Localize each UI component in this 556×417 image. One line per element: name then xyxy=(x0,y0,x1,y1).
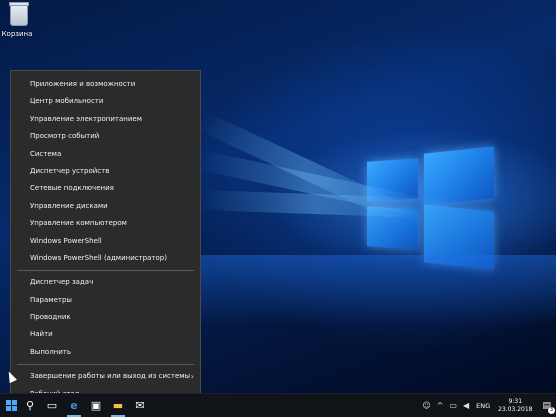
winx-group-tools: Диспетчер задач Параметры Проводник Найт… xyxy=(11,274,200,361)
task-view-button[interactable]: ▭ xyxy=(41,394,63,417)
clock-date: 23.03.2018 xyxy=(498,405,533,413)
menu-item-network-connections[interactable]: Сетевые подключения xyxy=(11,180,200,197)
menu-item-powershell-admin[interactable]: Windows PowerShell (администратор) xyxy=(11,250,200,267)
menu-item-event-viewer[interactable]: Просмотр событий xyxy=(11,128,200,145)
recycle-bin-label: Корзина xyxy=(1,30,33,38)
winx-group-admin: Приложения и возможности Центр мобильнос… xyxy=(11,71,200,267)
menu-item-search[interactable]: Найти xyxy=(11,326,200,343)
file-explorer-button[interactable]: ▬ xyxy=(107,394,129,417)
edge-icon: e xyxy=(70,399,78,412)
action-center-button[interactable]: ▤ 3 xyxy=(542,401,555,414)
menu-item-task-manager[interactable]: Диспетчер задач xyxy=(11,274,200,291)
store-button[interactable]: ▣ xyxy=(85,394,107,417)
task-view-icon: ▭ xyxy=(46,399,58,412)
system-tray: ☺ ^ ▭ ◀ ENG 9:31 23.03.2018 ▤ 3 xyxy=(419,394,556,417)
people-icon[interactable]: ☺ xyxy=(422,401,430,410)
edge-button[interactable]: e xyxy=(63,394,85,417)
recycle-bin[interactable]: Корзина xyxy=(2,2,34,38)
search-icon: ⚲ xyxy=(25,399,35,412)
wallpaper-floor xyxy=(200,255,556,325)
store-icon: ▣ xyxy=(90,399,102,412)
menu-item-mobility-center[interactable]: Центр мобильности xyxy=(11,93,200,110)
menu-item-system[interactable]: Система xyxy=(11,146,200,163)
clock-time: 9:31 xyxy=(508,397,523,405)
wallpaper-pane xyxy=(424,146,494,206)
network-icon[interactable]: ▭ xyxy=(449,401,457,410)
taskbar: ⚲ ▭ e ▣ ▬ ✉ ☺ ^ ▭ ◀ ENG 9:31 23.03.2018 … xyxy=(0,393,556,417)
menu-item-settings[interactable]: Параметры xyxy=(11,292,200,309)
clock[interactable]: 9:31 23.03.2018 xyxy=(498,398,532,414)
menu-separator xyxy=(17,364,194,366)
menu-item-run[interactable]: Выполнить xyxy=(11,344,200,361)
menu-item-computer-management[interactable]: Управление компьютером xyxy=(11,215,200,232)
start-icon-tile xyxy=(12,406,17,411)
menu-item-file-explorer[interactable]: Проводник xyxy=(11,309,200,326)
menu-item-shutdown-signout[interactable]: Завершение работы или выход из системы › xyxy=(11,368,200,385)
file-explorer-icon: ▬ xyxy=(112,399,124,412)
search-button[interactable]: ⚲ xyxy=(19,394,41,417)
menu-item-label: Завершение работы или выход из системы xyxy=(30,372,191,381)
winx-context-menu: Приложения и возможности Центр мобильнос… xyxy=(10,70,201,402)
menu-item-powershell[interactable]: Windows PowerShell xyxy=(11,233,200,250)
menu-item-device-manager[interactable]: Диспетчер устройств xyxy=(11,163,200,180)
menu-item-apps-features[interactable]: Приложения и возможности xyxy=(11,76,200,93)
chevron-right-icon: › xyxy=(190,372,194,382)
volume-icon[interactable]: ◀ xyxy=(463,401,469,410)
taskbar-left: ⚲ ▭ e ▣ ▬ ✉ xyxy=(0,394,151,417)
menu-separator xyxy=(17,270,194,272)
language-indicator[interactable]: ENG xyxy=(476,402,490,410)
notification-badge: 3 xyxy=(548,406,555,414)
start-icon-tile xyxy=(12,400,17,405)
chevron-up-icon[interactable]: ^ xyxy=(437,401,444,410)
mail-icon: ✉ xyxy=(135,399,145,412)
start-icon xyxy=(6,400,11,405)
recycle-bin-icon xyxy=(9,2,29,26)
start-button[interactable] xyxy=(3,394,19,417)
menu-item-power-options[interactable]: Управление электропитанием xyxy=(11,111,200,128)
start-icon-tile xyxy=(6,406,11,411)
mail-button[interactable]: ✉ xyxy=(129,394,151,417)
menu-item-disk-management[interactable]: Управление дисками xyxy=(11,198,200,215)
